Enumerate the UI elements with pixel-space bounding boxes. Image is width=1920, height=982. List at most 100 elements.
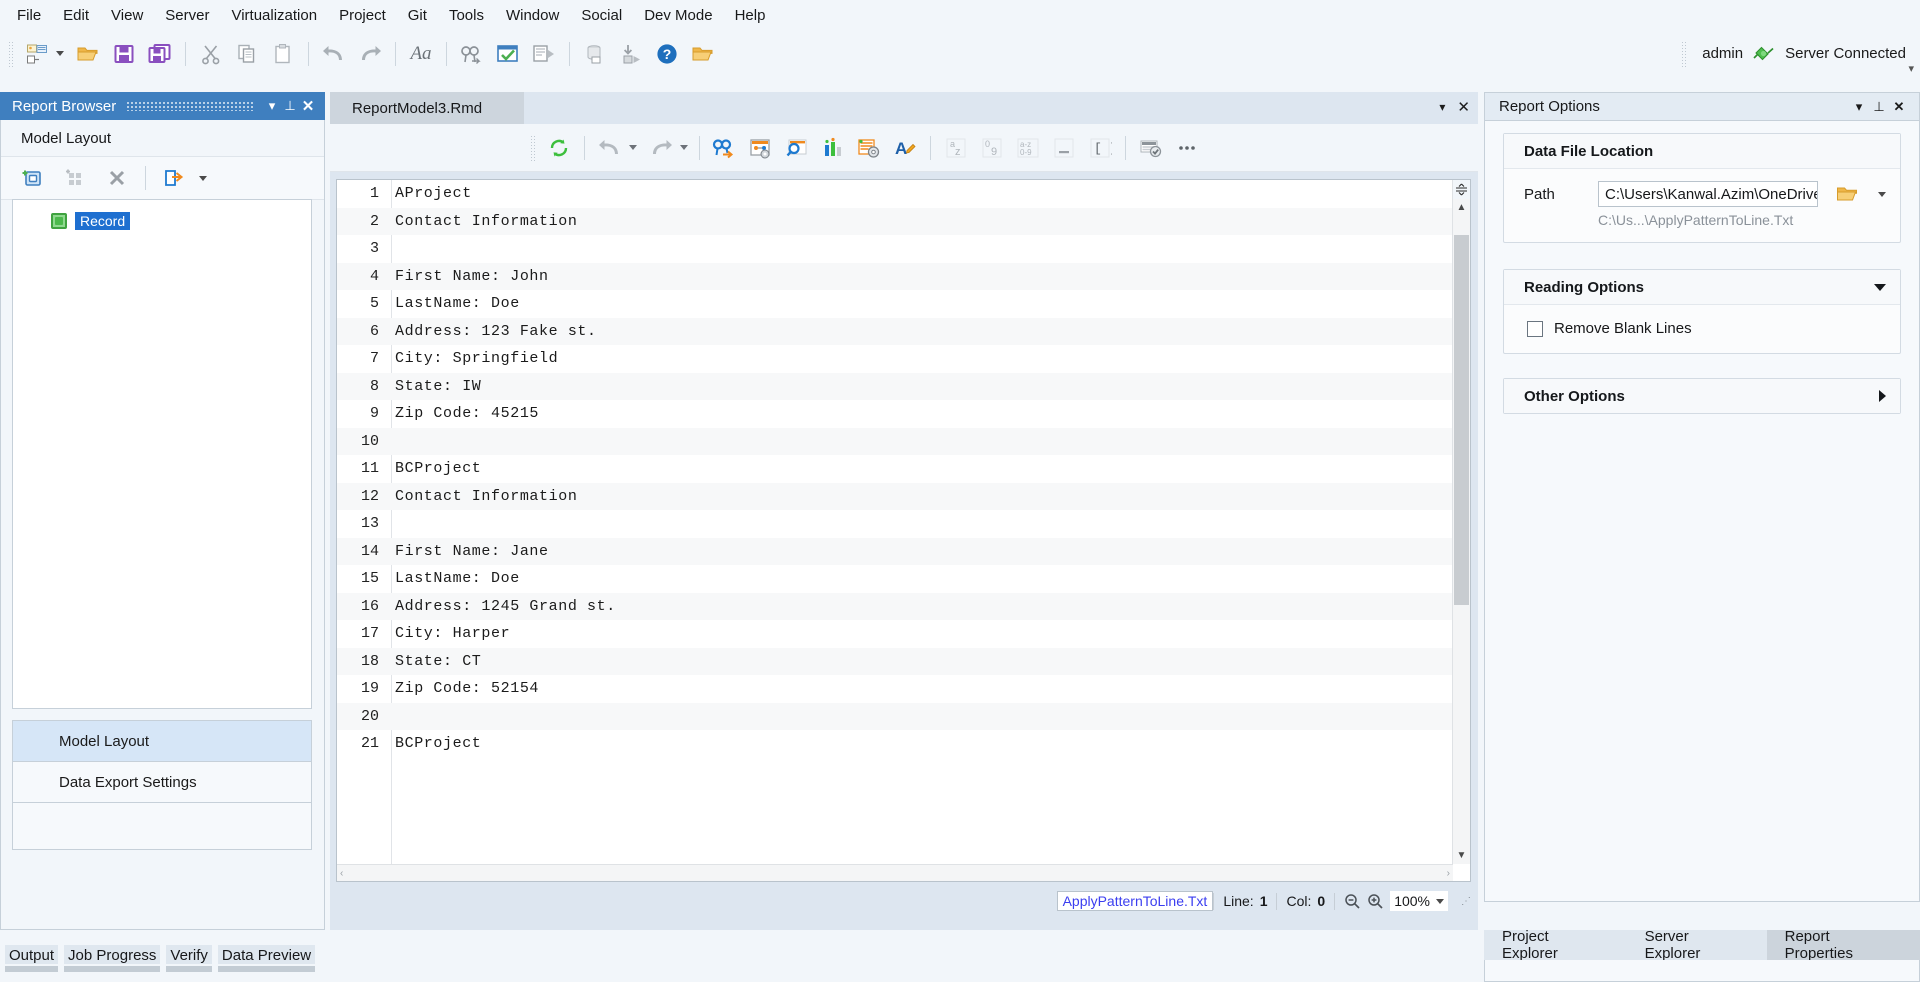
refresh-icon[interactable] (541, 130, 577, 166)
code-row[interactable]: 6 Address: 123 Fake st. (337, 317, 1470, 345)
scroll-right-icon[interactable]: › (1447, 868, 1450, 879)
remove-blank-lines-checkbox[interactable] (1527, 320, 1543, 337)
new-report-icon[interactable] (19, 36, 55, 72)
sort-az-icon[interactable]: a z (938, 130, 974, 166)
code-row[interactable]: 10 (337, 427, 1470, 455)
resize-grip[interactable]: ⋰ (1457, 896, 1471, 907)
tab-report-properties[interactable]: Report Properties (1766, 928, 1920, 962)
menu-item-view[interactable]: View (100, 4, 154, 27)
sort-az09-icon[interactable]: a-z 0-9 (1010, 130, 1046, 166)
document-tab-menu-icon[interactable]: ▾ (1439, 100, 1445, 114)
other-options-header[interactable]: Other Options (1504, 379, 1900, 413)
tab-server-explorer[interactable]: Server Explorer (1626, 928, 1767, 962)
editor-toolbar-grip[interactable] (530, 134, 536, 161)
validate-icon[interactable] (1133, 130, 1169, 166)
run-icon[interactable] (613, 36, 649, 72)
code-row[interactable]: 21 BCProject (337, 730, 1470, 758)
find-next-icon[interactable] (454, 36, 490, 72)
zoom-out-icon[interactable] (1344, 893, 1361, 910)
horizontal-scrollbar[interactable]: ‹ › (337, 864, 1453, 881)
undo-dropdown-icon[interactable] (629, 145, 637, 150)
text-format-icon[interactable]: A (887, 130, 923, 166)
pin-icon[interactable]: ⊥ (281, 98, 299, 114)
tab-output[interactable]: Output (5, 945, 59, 972)
panel-drag-handle[interactable] (126, 101, 253, 111)
remove-blank-lines-row[interactable]: Remove Blank Lines (1524, 317, 1886, 339)
code-row[interactable]: 15 LastName: Doe (337, 565, 1470, 593)
chevron-down-icon[interactable] (1436, 898, 1444, 904)
menu-item-git[interactable]: Git (397, 4, 438, 27)
folder-icon[interactable] (1832, 181, 1862, 207)
menu-item-social[interactable]: Social (570, 4, 633, 27)
tree-node-record[interactable]: Record (13, 210, 311, 232)
deploy-icon[interactable] (577, 36, 613, 72)
menu-item-file[interactable]: File (6, 4, 52, 27)
chevron-down-icon[interactable] (1874, 283, 1886, 291)
menu-item-virtualization[interactable]: Virtualization (220, 4, 328, 27)
delete-icon[interactable] (99, 160, 135, 196)
close-icon[interactable]: ✕ (1889, 99, 1909, 115)
code-row[interactable]: 4 First Name: John (337, 262, 1470, 290)
run-step-icon[interactable] (526, 36, 562, 72)
code-row[interactable]: 20 (337, 702, 1470, 730)
tab-verify[interactable]: Verify (166, 945, 212, 972)
chevron-right-icon[interactable] (1879, 390, 1886, 402)
brackets-icon[interactable]: [ ] (1082, 130, 1118, 166)
open-project-icon[interactable] (685, 36, 721, 72)
sidebar-item-model-layout[interactable]: Model Layout (12, 720, 312, 762)
path-input[interactable]: C:\Users\Kanwal.Azim\OneDrive - A (1598, 181, 1818, 207)
code-row[interactable]: 19 Zip Code: 52154 (337, 675, 1470, 703)
menu-item-server[interactable]: Server (154, 4, 220, 27)
tab-data-preview[interactable]: Data Preview (217, 945, 316, 972)
vertical-scroll-thumb[interactable] (1454, 235, 1469, 605)
add-record-icon[interactable] (15, 160, 51, 196)
scroll-left-icon[interactable]: ‹ (340, 868, 343, 879)
redo-icon[interactable] (643, 130, 679, 166)
code-row[interactable]: 11 BCProject (337, 455, 1470, 483)
code-row[interactable]: 3 (337, 235, 1470, 263)
verify-icon[interactable] (490, 36, 526, 72)
toolbar-overflow-icon[interactable]: ▾ (1908, 62, 1914, 75)
sidebar-item-data-export-settings[interactable]: Data Export Settings (12, 761, 312, 803)
menu-item-tools[interactable]: Tools (438, 4, 495, 27)
export-icon[interactable] (156, 160, 192, 196)
chart-icon[interactable] (815, 130, 851, 166)
menu-item-help[interactable]: Help (724, 4, 777, 27)
pattern-settings-icon[interactable] (743, 130, 779, 166)
code-row[interactable]: 13 (337, 510, 1470, 538)
scroll-down-icon[interactable]: ▼ (1453, 847, 1470, 864)
open-folder-icon[interactable] (70, 36, 106, 72)
menu-item-project[interactable]: Project (328, 4, 397, 27)
zoom-level-selector[interactable]: 100% (1390, 891, 1448, 911)
save-icon[interactable] (106, 36, 142, 72)
menu-item-window[interactable]: Window (495, 4, 570, 27)
code-row[interactable]: 16 Address: 1245 Grand st. (337, 592, 1470, 620)
export-dropdown-icon[interactable] (199, 175, 207, 181)
add-group-icon[interactable] (57, 160, 93, 196)
find-icon[interactable] (707, 130, 743, 166)
code-row[interactable]: 7 City: Springfield (337, 345, 1470, 373)
undo-icon[interactable] (592, 130, 628, 166)
inspect-icon[interactable] (779, 130, 815, 166)
code-row[interactable]: 12 Contact Information (337, 482, 1470, 510)
menu-item-edit[interactable]: Edit (52, 4, 100, 27)
model-tree[interactable]: Record (12, 199, 312, 709)
menu-item-dev-mode[interactable]: Dev Mode (633, 4, 723, 27)
close-icon[interactable]: ✕ (299, 97, 317, 115)
toolbar-grip[interactable] (8, 40, 14, 67)
underline-icon[interactable] (1046, 130, 1082, 166)
tab-job-progress[interactable]: Job Progress (64, 945, 161, 972)
scroll-up-icon[interactable]: ▲ (1453, 199, 1470, 216)
help-icon[interactable]: ? (649, 36, 685, 72)
redo-dropdown-icon[interactable] (680, 145, 688, 150)
document-close-icon[interactable]: ✕ (1457, 98, 1470, 116)
vertical-scrollbar[interactable]: ▲ ▼ (1452, 180, 1470, 864)
code-row[interactable]: 14 First Name: Jane (337, 537, 1470, 565)
document-tab-reportmodel3[interactable]: ReportModel3.Rmd (330, 92, 524, 124)
zoom-in-icon[interactable] (1367, 893, 1384, 910)
more-icon[interactable] (1169, 130, 1205, 166)
code-row[interactable]: 8 State: IW (337, 372, 1470, 400)
status-grip[interactable] (1681, 40, 1688, 67)
panel-menu-icon[interactable]: ▾ (1849, 99, 1869, 115)
chevron-down-icon[interactable] (1878, 191, 1886, 197)
